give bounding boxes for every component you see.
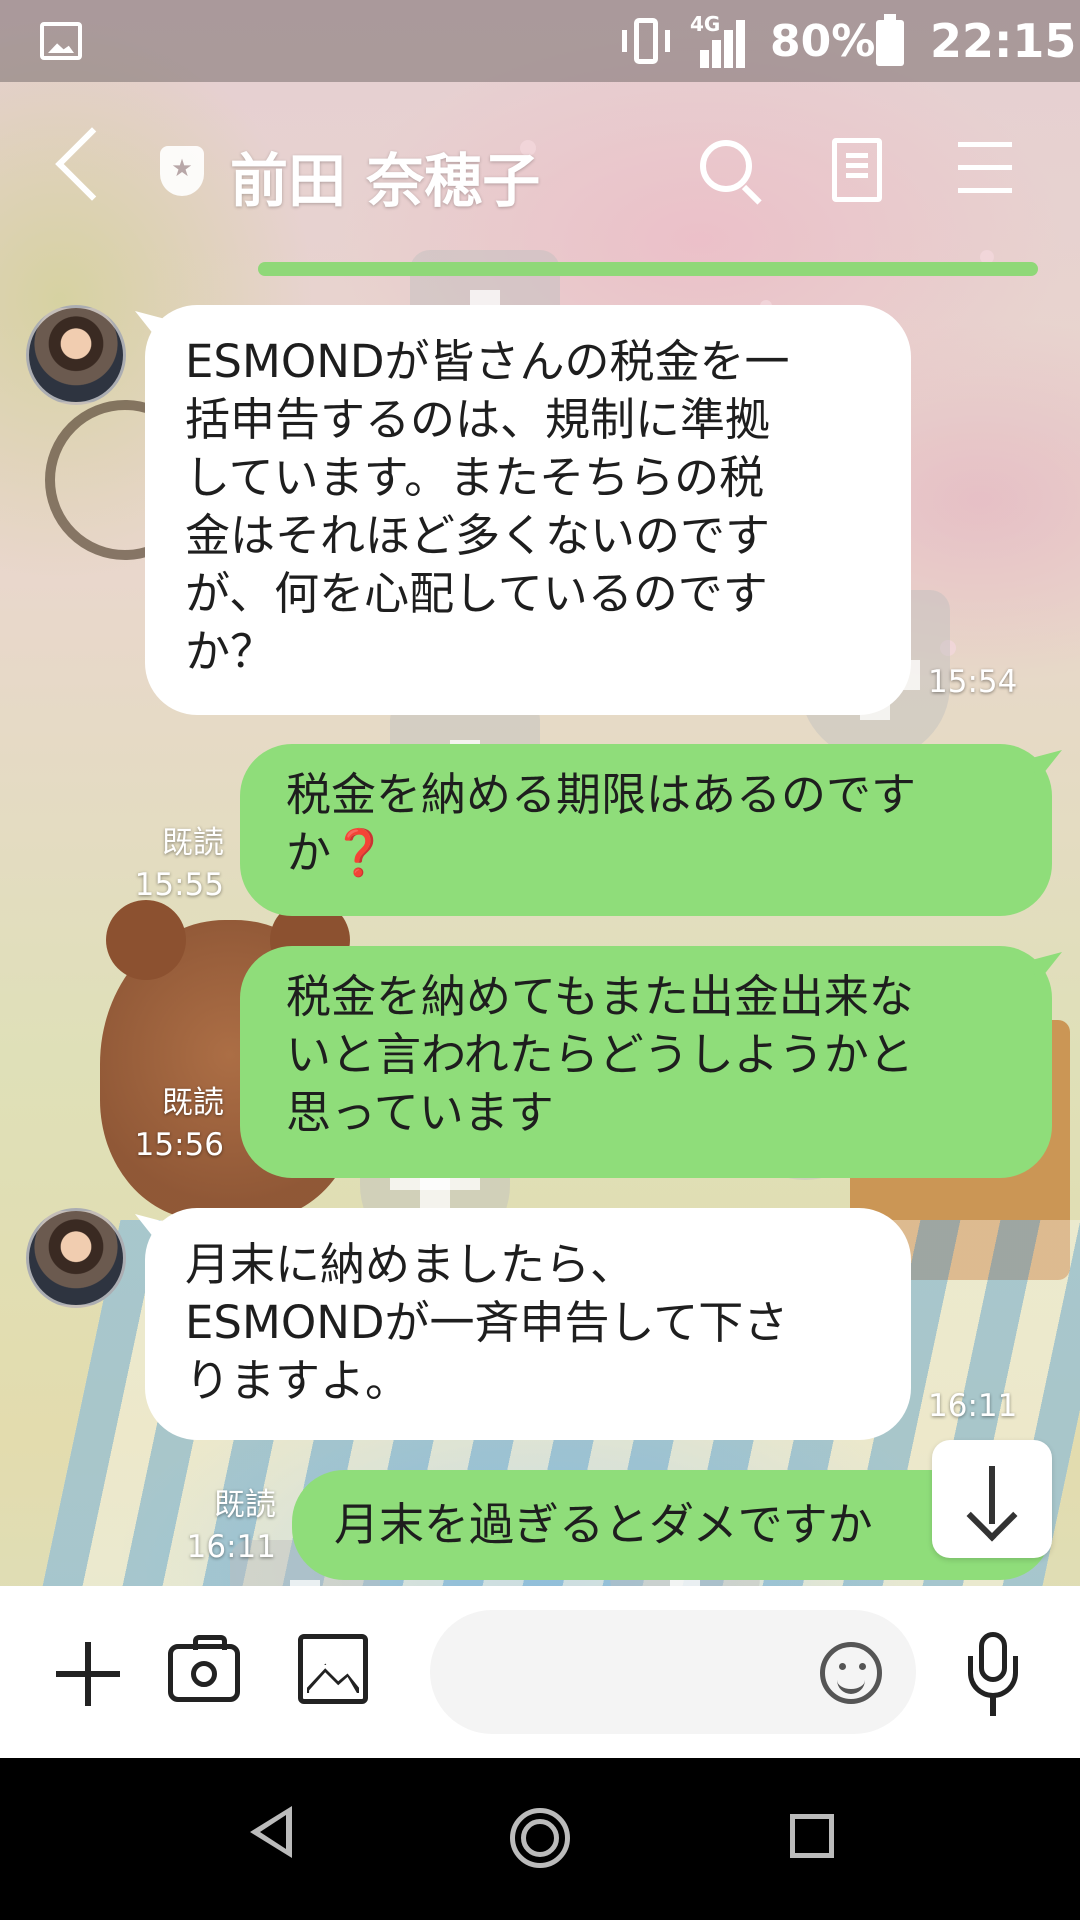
read-receipt: 既読 15:56 (128, 1082, 224, 1166)
image-notification-icon (40, 22, 82, 60)
message-input-bar (0, 1586, 1080, 1758)
notes-icon[interactable] (832, 138, 882, 202)
battery-percent: 80% (770, 16, 876, 67)
image-icon[interactable] (298, 1634, 368, 1704)
message-time: 16:11 (928, 1388, 1018, 1424)
message-time: 15:55 (134, 867, 224, 903)
message-bubble-incoming[interactable]: ESMONDが皆さんの税金を一 括申告するのは、規制に準拠 しています。またそち… (145, 305, 911, 715)
read-label: 既読 (162, 825, 224, 861)
clock: 22:15 (930, 14, 1077, 68)
shield-star-icon: ★ (160, 146, 204, 196)
chat-header: ★ 前田 奈穂子 (0, 82, 1080, 262)
search-icon[interactable] (700, 140, 752, 192)
read-receipt: 既読 15:55 (128, 822, 224, 906)
message-time: 15:56 (134, 1127, 224, 1163)
question-mark-emoji: ❓ (331, 826, 388, 879)
back-arrow-icon[interactable] (55, 127, 129, 201)
signal-icon: 4G (690, 12, 746, 68)
message-bubble-outgoing[interactable]: 税金を納めてもまた出金出来な いと言われたらどうしようかと 思っています (240, 946, 1052, 1178)
message-text: 月末を過ぎるとダメですか (334, 1498, 873, 1551)
emoji-icon[interactable] (820, 1642, 882, 1704)
menu-icon[interactable] (958, 142, 1012, 194)
battery-icon (876, 14, 904, 66)
read-receipt: 既読 16:11 (180, 1484, 276, 1568)
read-label: 既読 (214, 1487, 276, 1523)
read-label: 既読 (162, 1085, 224, 1121)
vibrate-icon (618, 18, 674, 64)
nav-home-icon[interactable] (510, 1808, 570, 1868)
plus-icon[interactable] (56, 1642, 120, 1706)
microphone-icon[interactable] (968, 1632, 1018, 1722)
message-text: ESMONDが皆さんの税金を一 括申告するのは、規制に準拠 しています。またそち… (185, 335, 790, 678)
message-time: 15:54 (928, 664, 1018, 700)
nav-back-icon[interactable] (250, 1806, 292, 1858)
status-bar: 4G 80% 22:15 (0, 0, 1080, 82)
message-time: 16:11 (186, 1529, 276, 1565)
camera-icon[interactable] (168, 1635, 240, 1702)
avatar[interactable] (26, 305, 126, 405)
network-type: 4G (690, 12, 721, 36)
message-text: 税金を納めてもまた出金出来な いと言われたらどうしようかと 思っています (286, 970, 914, 1139)
avatar[interactable] (26, 1208, 126, 1308)
message-bubble-outgoing[interactable]: 税金を納める期限はあるのです か❓ (240, 744, 1052, 916)
message-bubble-incoming[interactable]: 月末に納めましたら、 ESMONDが一斉申告して下さ りますよ。 (145, 1208, 911, 1440)
message-text: 月末に納めましたら、 ESMONDが一斉申告して下さ りますよ。 (185, 1238, 789, 1407)
previous-message-edge (258, 262, 1038, 276)
nav-recents-icon[interactable] (790, 1814, 834, 1858)
chat-title[interactable]: 前田 奈穂子 (230, 134, 540, 218)
arrow-down-icon[interactable] (932, 1440, 1052, 1558)
system-navigation-bar (0, 1758, 1080, 1920)
